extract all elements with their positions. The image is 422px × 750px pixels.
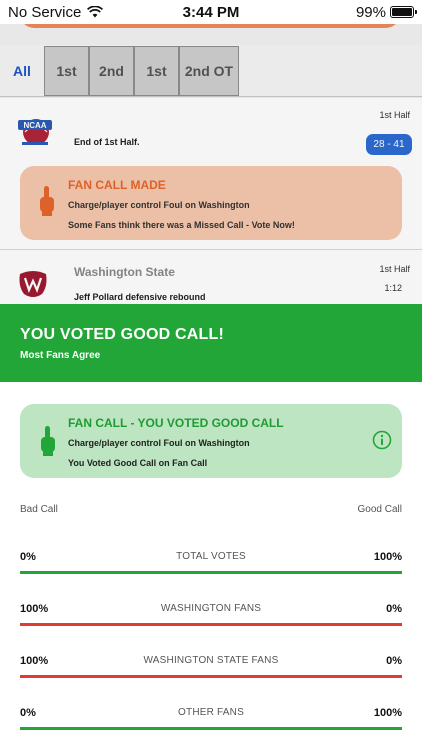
info-circle-icon[interactable] <box>372 430 392 450</box>
vote-result-banner: YOU VOTED GOOD CALL! Most Fans Agree <box>0 304 422 382</box>
scale-bad-call-label: Bad Call <box>20 504 58 515</box>
vote-row-other: 0% OTHER FANS 100% <box>20 707 402 735</box>
banner-subtitle: Most Fans Agree <box>20 350 101 361</box>
vote-row-label: TOTAL VOTES <box>176 551 246 562</box>
good-call-pct: 0% <box>386 603 402 615</box>
fan-call-card-title: FAN CALL - YOU VOTED GOOD CALL <box>68 416 284 430</box>
scale-good-call-label: Good Call <box>357 504 402 515</box>
good-call-pct: 100% <box>373 707 402 719</box>
vote-row-label: OTHER FANS <box>178 707 244 718</box>
vote-row-label: WASHINGTON STATE FANS <box>143 655 279 666</box>
wifi-icon <box>87 6 104 18</box>
vote-split-bar <box>20 571 402 574</box>
vote-result-sheet: YOU VOTED GOOD CALL! Most Fans Agree FAN… <box>0 304 422 750</box>
fan-call-card: FAN CALL - YOU VOTED GOOD CALL Charge/pl… <box>20 404 402 478</box>
status-bar: No Service 3:44 PM 99% <box>0 0 422 24</box>
battery-percent: 99% <box>355 3 386 21</box>
banner-title: YOU VOTED GOOD CALL! <box>20 326 224 343</box>
good-call-pct: 100% <box>373 551 402 563</box>
carrier-label: No Service <box>8 3 82 21</box>
fan-call-card-detail: Charge/player control Foul on Washington <box>68 438 250 448</box>
good-call-fill <box>20 571 402 574</box>
clock: 3:44 PM <box>182 3 240 21</box>
good-call-pct: 0% <box>386 655 402 667</box>
vote-row-label: WASHINGTON FANS <box>160 603 262 614</box>
pointing-hand-icon <box>41 426 55 456</box>
vote-split-bar <box>20 623 402 626</box>
vote-row-total: 0% TOTAL VOTES 100% <box>20 551 402 579</box>
vote-split-bar <box>20 675 402 678</box>
battery-icon <box>390 6 417 18</box>
status-left: No Service <box>8 4 148 21</box>
vote-row-washington: 100% WASHINGTON FANS 0% <box>20 603 402 631</box>
vote-split-bar <box>20 727 402 730</box>
fan-call-card-note: You Voted Good Call on Fan Call <box>68 458 208 468</box>
vote-row-washington-state: 100% WASHINGTON STATE FANS 0% <box>20 655 402 683</box>
battery-fill <box>392 8 412 16</box>
good-call-fill <box>20 727 402 730</box>
status-right: 99% <box>274 3 417 21</box>
